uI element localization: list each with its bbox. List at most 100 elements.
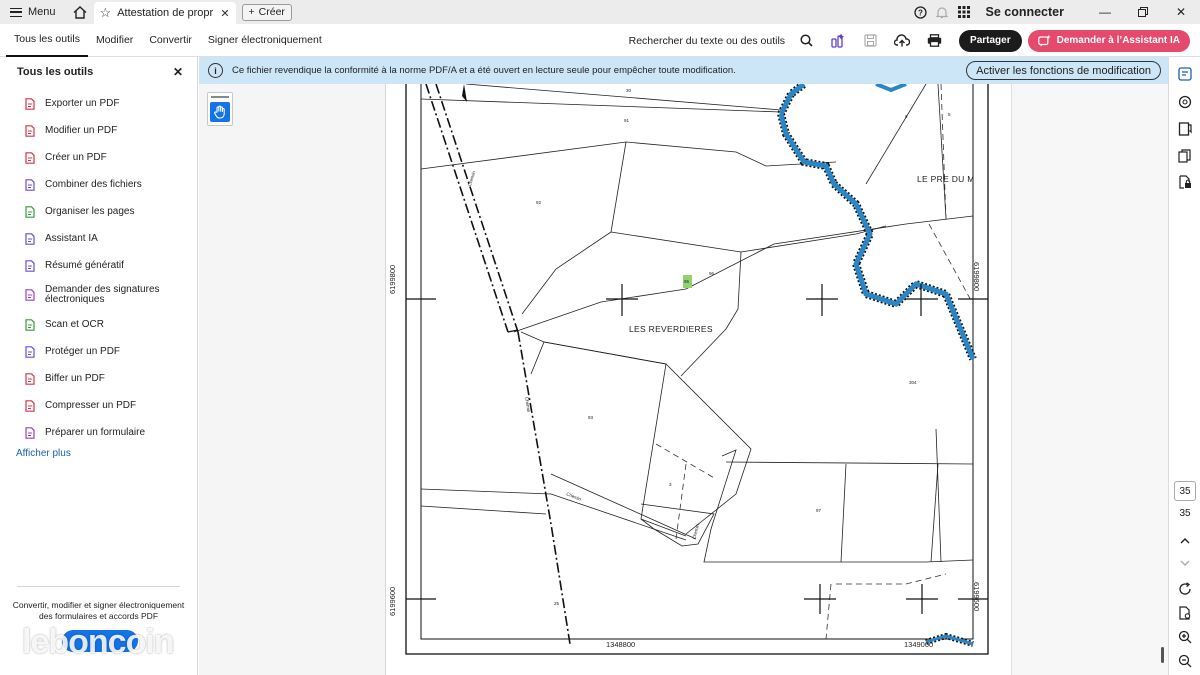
combine-files-icon bbox=[25, 178, 35, 191]
vertical-scrollbar[interactable] bbox=[1161, 647, 1164, 663]
tool-list: Exporter un PDF Modifier un PDF Créer un P… bbox=[0, 90, 197, 446]
info-icon: i bbox=[208, 63, 223, 78]
tool-item[interactable]: Scan et OCR bbox=[0, 311, 197, 338]
page-right-margin bbox=[1011, 84, 1168, 675]
ai-tools-button[interactable] bbox=[825, 28, 851, 54]
coord-y-right-bottom: 6199600 bbox=[972, 582, 981, 612]
place-name-reverdieres: LES REVERDIERES bbox=[629, 324, 713, 334]
coord-y-left-bottom: 6199600 bbox=[388, 586, 397, 616]
minimize-icon: — bbox=[1099, 5, 1111, 19]
tool-item[interactable]: Modifier un PDF bbox=[0, 117, 197, 144]
tool-item[interactable]: Organiser les pages bbox=[0, 198, 197, 225]
bookmark-button[interactable] bbox=[1176, 120, 1194, 138]
parcel-number: 6 bbox=[905, 114, 908, 119]
print-icon bbox=[927, 34, 941, 47]
ai-tools-icon bbox=[831, 33, 845, 48]
star-icon[interactable]: ☆ bbox=[100, 5, 112, 21]
edit-pdf-icon bbox=[25, 124, 35, 137]
menu-button[interactable]: Menu bbox=[0, 0, 66, 24]
create-tab-label: Créer bbox=[258, 6, 285, 18]
rotate-icon bbox=[1179, 582, 1191, 595]
zoom-in-button[interactable] bbox=[1176, 628, 1194, 646]
tool-item[interactable]: Assistant IA bbox=[0, 225, 197, 252]
print-button[interactable] bbox=[921, 28, 947, 54]
tool-item[interactable]: Protéger un PDF bbox=[0, 338, 197, 365]
search-icon bbox=[799, 34, 813, 47]
enable-editing-button[interactable]: Activer les fonctions de modification bbox=[966, 61, 1161, 80]
copy-pages-button[interactable] bbox=[1176, 147, 1194, 165]
cloud-upload-icon bbox=[894, 34, 911, 47]
parcel-number: 93 bbox=[588, 415, 594, 420]
zoom-in-icon bbox=[1178, 630, 1192, 644]
restore-icon bbox=[1138, 7, 1148, 17]
hamburger-icon bbox=[10, 7, 22, 17]
panel-title: Tous les outils bbox=[17, 66, 94, 78]
rotate-button[interactable] bbox=[1176, 580, 1194, 598]
bookmark-icon bbox=[1178, 122, 1192, 136]
parcel-number: 5 bbox=[948, 112, 951, 117]
plus-icon: + bbox=[248, 6, 255, 18]
parcel-number: 304 bbox=[909, 380, 917, 385]
tool-item[interactable]: Compresser un PDF bbox=[0, 392, 197, 419]
tool-item[interactable]: Préparer un formulaire bbox=[0, 419, 197, 446]
document-tab[interactable]: ☆ Attestation de propriét... ✕ bbox=[93, 2, 236, 24]
zoom-out-button[interactable] bbox=[1176, 652, 1194, 670]
tool-item[interactable]: Créer un PDF bbox=[0, 144, 197, 171]
pdfa-info-banner: i Ce fichier revendique la conformité à … bbox=[199, 57, 1168, 84]
hand-tool-button[interactable] bbox=[210, 102, 230, 122]
parcel-number: 96 bbox=[709, 271, 715, 276]
restore-button[interactable] bbox=[1124, 0, 1162, 24]
ai-assistant-icon bbox=[25, 232, 35, 245]
search-tools-label[interactable]: Rechercher du texte ou des outils bbox=[629, 35, 785, 47]
upload-button[interactable] bbox=[889, 28, 915, 54]
ai-chat-button[interactable] bbox=[1176, 93, 1194, 111]
pdf-page[interactable]: LES REVERDIERES LE PRE DU MOULIN 6199800… bbox=[386, 84, 1011, 675]
tool-item[interactable]: Résumé génératif bbox=[0, 252, 197, 279]
close-window-icon: ✕ bbox=[1175, 5, 1187, 19]
tab-edit[interactable]: Modifier bbox=[88, 24, 141, 57]
notifications-button[interactable] bbox=[931, 0, 953, 24]
current-page-input[interactable]: 35 bbox=[1174, 481, 1196, 501]
share-button[interactable]: Partager bbox=[959, 29, 1022, 52]
tab-e-sign[interactable]: Signer électroniquement bbox=[200, 24, 330, 57]
close-panel-icon[interactable]: ✕ bbox=[173, 65, 183, 79]
protect-button[interactable] bbox=[1176, 173, 1194, 191]
create-tab-button[interactable]: + Créer bbox=[241, 3, 292, 21]
tool-item[interactable]: Demander des signatures électroniques bbox=[0, 279, 197, 311]
save-button[interactable] bbox=[857, 28, 883, 54]
next-page-button[interactable] bbox=[1176, 554, 1194, 572]
tab-all-tools[interactable]: Tous les outils bbox=[6, 24, 88, 57]
tab-convert[interactable]: Convertir bbox=[141, 24, 200, 57]
help-button[interactable]: ? bbox=[909, 0, 931, 24]
ask-ai-assistant-button[interactable]: Demander à l’Assistant IA bbox=[1027, 29, 1190, 52]
page-settings-button[interactable] bbox=[1176, 604, 1194, 622]
parcel-number: 91 bbox=[624, 118, 630, 123]
home-button[interactable] bbox=[66, 0, 94, 24]
sign-in-link[interactable]: Se connecter bbox=[985, 5, 1064, 19]
close-tab-icon[interactable]: ✕ bbox=[220, 7, 229, 20]
search-button[interactable] bbox=[793, 28, 819, 54]
tool-item-label: Préparer un formulaire bbox=[45, 426, 146, 438]
document-tab-title: Attestation de propriét... bbox=[117, 7, 214, 19]
apps-button[interactable] bbox=[953, 0, 975, 24]
minimize-button[interactable]: — bbox=[1086, 0, 1124, 24]
ai-chat-icon bbox=[1178, 95, 1192, 109]
tool-item[interactable]: Exporter un PDF bbox=[0, 90, 197, 117]
parcel-number: 25 bbox=[554, 601, 560, 606]
all-tools-panel: Tous les outils ✕ Exporter un PDF Modifie… bbox=[0, 57, 198, 675]
home-icon bbox=[73, 5, 87, 19]
tool-item-label: Exporter un PDF bbox=[45, 97, 120, 109]
tool-item-label: Protéger un PDF bbox=[45, 345, 121, 357]
show-more-link[interactable]: Afficher plus bbox=[0, 448, 197, 459]
drag-handle[interactable] bbox=[211, 96, 229, 98]
apps-grid-icon bbox=[958, 6, 971, 18]
tool-item-label: Organiser les pages bbox=[45, 205, 135, 217]
comment-button[interactable] bbox=[1176, 65, 1194, 83]
close-window-button[interactable]: ✕ bbox=[1162, 0, 1200, 24]
tool-item[interactable]: Combiner des fichiers bbox=[0, 171, 197, 198]
redact-pdf-icon bbox=[25, 372, 35, 385]
tool-item[interactable]: Biffer un PDF bbox=[0, 365, 197, 392]
previous-page-button[interactable] bbox=[1176, 531, 1194, 549]
ask-ai-label: Demander à l’Assistant IA bbox=[1056, 35, 1180, 46]
panel-divider bbox=[17, 586, 180, 587]
